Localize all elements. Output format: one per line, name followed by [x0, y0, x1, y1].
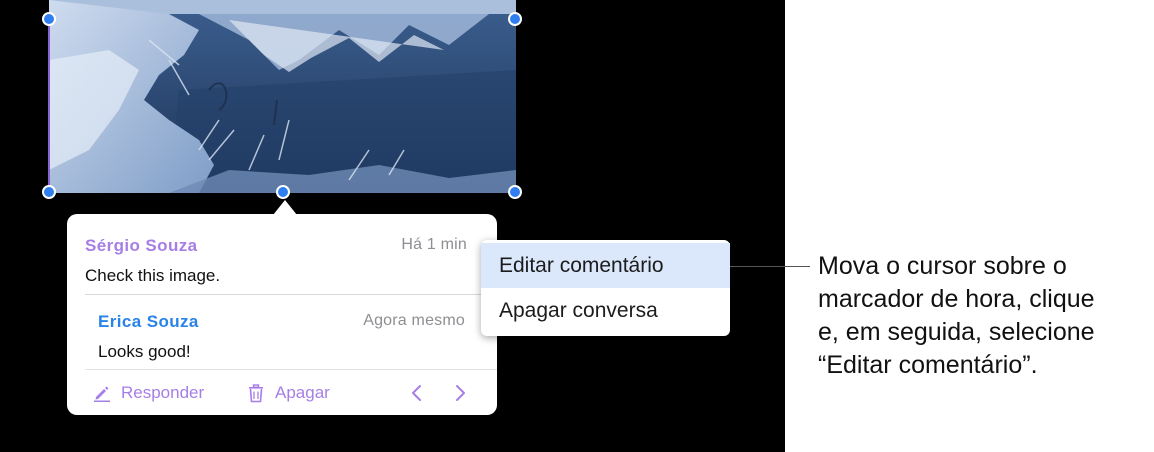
footer-divider: [85, 369, 497, 370]
pencil-icon: [94, 386, 110, 402]
document-canvas: Sérgio Souza Há 1 min Check this image. …: [0, 0, 785, 452]
comment-timestamp[interactable]: Há 1 min: [401, 236, 467, 254]
comment-author: Sérgio Souza: [85, 236, 198, 255]
comment-item: Sérgio Souza Há 1 min Check this image.: [67, 214, 497, 294]
comment-context-menu: Editar comentário Apagar conversa: [481, 240, 730, 336]
resize-handle-top-right[interactable]: [508, 12, 522, 26]
comment-text: Looks good!: [98, 342, 191, 361]
comment-timestamp[interactable]: Agora mesmo: [363, 312, 465, 330]
delete-label: Apagar: [275, 383, 330, 402]
menu-item-edit-comment[interactable]: Editar comentário: [481, 243, 730, 288]
comment-item: Erica Souza Agora mesmo Looks good!: [67, 294, 497, 374]
resize-handle-bottom-center[interactable]: [276, 185, 290, 199]
comment-author: Erica Souza: [98, 312, 199, 331]
reply-label: Responder: [121, 383, 205, 402]
comment-popover: Sérgio Souza Há 1 min Check this image. …: [67, 214, 497, 415]
callout-leader-line: [730, 266, 810, 267]
comment-footer: Responder Apagar: [67, 379, 497, 409]
trash-icon: [249, 383, 263, 402]
menu-item-delete-conversation[interactable]: Apagar conversa: [481, 288, 730, 333]
callout-line: marcador de hora, clique: [818, 285, 1095, 313]
callout-text: Mova o cursor sobre o marcador de hora, …: [818, 250, 1154, 382]
delete-button[interactable]: Apagar: [247, 379, 330, 407]
resize-handle-top-left[interactable]: [42, 12, 56, 26]
chevron-right-icon: [456, 385, 465, 401]
callout-line: “Editar comentário”.: [818, 351, 1038, 379]
resize-handle-bottom-left[interactable]: [42, 185, 56, 199]
selection-edge: [48, 18, 50, 193]
callout-line: e, em seguida, selecione: [818, 318, 1095, 346]
callout-line: Mova o cursor sobre o: [818, 252, 1067, 280]
reply-button[interactable]: Responder: [93, 379, 204, 407]
resize-handle-bottom-right[interactable]: [508, 185, 522, 199]
popover-arrow: [273, 200, 297, 215]
next-comment-button[interactable]: [453, 379, 477, 407]
previous-comment-button[interactable]: [410, 379, 434, 407]
comment-text: Check this image.: [85, 266, 221, 285]
selected-image[interactable]: [49, 0, 516, 193]
chevron-left-icon: [412, 385, 421, 401]
